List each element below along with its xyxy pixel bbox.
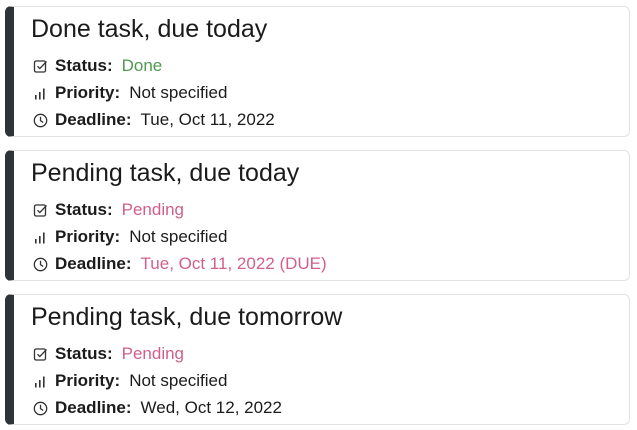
priority-value: Not specified: [129, 227, 228, 246]
status-value: Done: [121, 56, 163, 75]
status-value: Pending: [121, 344, 185, 363]
deadline-row: Deadline: Tue, Oct 11, 2022 (DUE): [33, 254, 327, 274]
status-row: Status: Done: [33, 56, 162, 76]
deadline-value: Tue, Oct 11, 2022: [140, 110, 275, 129]
task-title[interactable]: Pending task, due today: [31, 156, 299, 190]
bar-chart-icon: [33, 230, 48, 245]
checkbox-icon: [33, 203, 48, 218]
task-list: Done task, due today Status: Done Priori…: [0, 0, 637, 430]
task-title[interactable]: Pending task, due tomorrow: [31, 300, 342, 334]
checkbox-icon: [33, 59, 48, 74]
task-title[interactable]: Done task, due today: [31, 12, 267, 46]
status-row: Status: Pending: [33, 200, 184, 220]
clock-icon: [33, 113, 48, 128]
deadline-value: Wed, Oct 12, 2022: [140, 398, 282, 417]
priority-label: Priority:: [55, 83, 121, 102]
status-label: Status:: [55, 56, 113, 75]
deadline-label: Deadline:: [55, 110, 132, 129]
status-row: Status: Pending: [33, 344, 184, 364]
clock-icon: [33, 257, 48, 272]
priority-row: Priority: Not specified: [33, 371, 227, 391]
deadline-label: Deadline:: [55, 254, 132, 273]
deadline-row: Deadline: Wed, Oct 12, 2022: [33, 398, 282, 418]
bar-chart-icon: [33, 374, 48, 389]
deadline-row: Deadline: Tue, Oct 11, 2022: [33, 110, 275, 130]
status-label: Status:: [55, 200, 113, 219]
checkbox-icon: [33, 347, 48, 362]
status-value: Pending: [121, 200, 185, 219]
priority-value: Not specified: [129, 83, 228, 102]
deadline-value: Tue, Oct 11, 2022 (DUE): [140, 254, 327, 273]
status-label: Status:: [55, 344, 113, 363]
priority-row: Priority: Not specified: [33, 227, 227, 247]
priority-label: Priority:: [55, 371, 121, 390]
priority-label: Priority:: [55, 227, 121, 246]
task-card[interactable]: Done task, due today Status: Done Priori…: [5, 6, 630, 137]
deadline-label: Deadline:: [55, 398, 132, 417]
bar-chart-icon: [33, 86, 48, 101]
task-card[interactable]: Pending task, due today Status: Pending …: [5, 150, 630, 281]
task-card[interactable]: Pending task, due tomorrow Status: Pendi…: [5, 294, 630, 425]
priority-row: Priority: Not specified: [33, 83, 227, 103]
priority-value: Not specified: [129, 371, 228, 390]
clock-icon: [33, 401, 48, 416]
